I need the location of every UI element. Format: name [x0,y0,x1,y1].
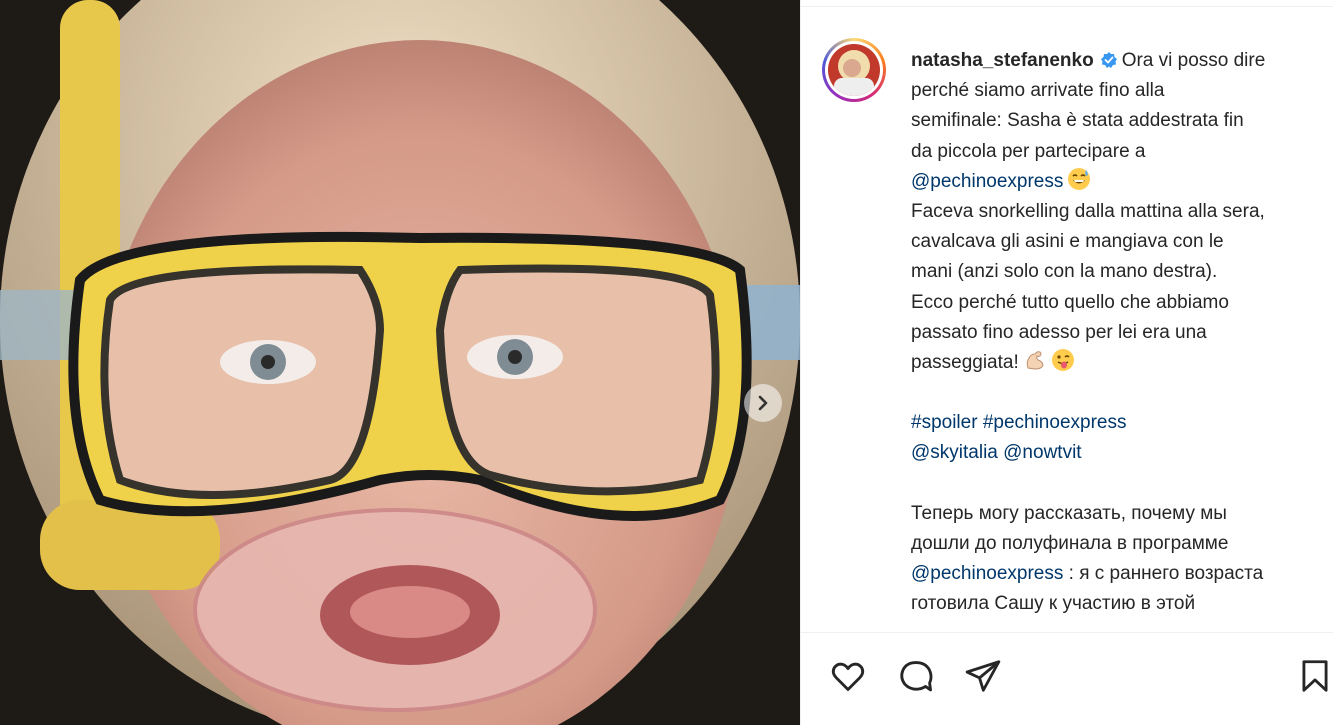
winking-tongue-emoji [1051,348,1074,371]
grinning-sweat-emoji [1068,167,1091,190]
caption-line: passeggiata! [911,348,1331,378]
caption-line: дошли до полуфинала в программе [911,533,1229,554]
flexed-biceps-emoji [1026,351,1044,370]
comment-button[interactable] [896,656,936,696]
share-button[interactable] [963,656,1003,696]
hashtag-links[interactable]: #spoiler #pechinoexpress [911,408,1331,438]
actions-divider [800,632,1333,633]
caption-line: @pechinoexpress : я с раннего возраста [911,559,1331,589]
caption-text: : я с раннего возраста [1063,563,1264,585]
chevron-right-icon [758,395,768,411]
caption-line: mani (anzi solo con la mano destra). [911,261,1218,283]
caption-line: semifinale: Sasha è stata addestrata fin [911,110,1244,132]
comment-icon [900,661,933,692]
avatar-image [828,44,880,96]
caption-text: Ora vi posso dire [1121,50,1266,71]
paper-plane-icon [965,660,1001,692]
verified-badge-icon [1100,52,1117,68]
caption-line: Faceva snorkelling dalla mattina alla se… [911,200,1265,222]
mention-links[interactable]: @skyitalia @nowtvit [911,438,1331,468]
caption-line: Теперь могу рассказать, почему мы [911,502,1227,524]
caption-line: da piccola per partecipare a [911,140,1146,162]
caption-line: cavalcava gli asini e mangiava con le [911,231,1224,253]
caption-text: passeggiata! [911,351,1019,373]
next-photo-button[interactable] [744,384,782,422]
post-photo[interactable] [0,0,800,725]
caption-line: Ecco perché tutto quello che abbiamo [911,291,1229,313]
caption-line: passato fino adesso per lei era una [911,321,1207,343]
post-image [0,0,800,725]
caption-line: готовила Сашу к участию в этой [911,593,1196,615]
caption-header-line: natasha_stefanenko Ora vi posso dire [911,46,1331,76]
mention-link[interactable]: @pechinoexpress [911,171,1063,192]
panel-top-divider [800,0,1333,7]
heart-icon [831,662,865,691]
bookmark-icon [1302,660,1328,692]
mention-link[interactable]: @pechinoexpress [911,563,1063,584]
save-button[interactable] [1295,656,1333,696]
caption-line: perché siamo arrivate fino alla [911,80,1165,102]
post-caption: natasha_stefanenko Ora vi posso dire perc… [911,46,1331,628]
username-link[interactable]: natasha_stefanenko [911,50,1094,71]
caption-line: @pechinoexpress [911,167,1331,197]
avatar[interactable] [822,38,886,102]
like-button[interactable] [828,656,868,696]
